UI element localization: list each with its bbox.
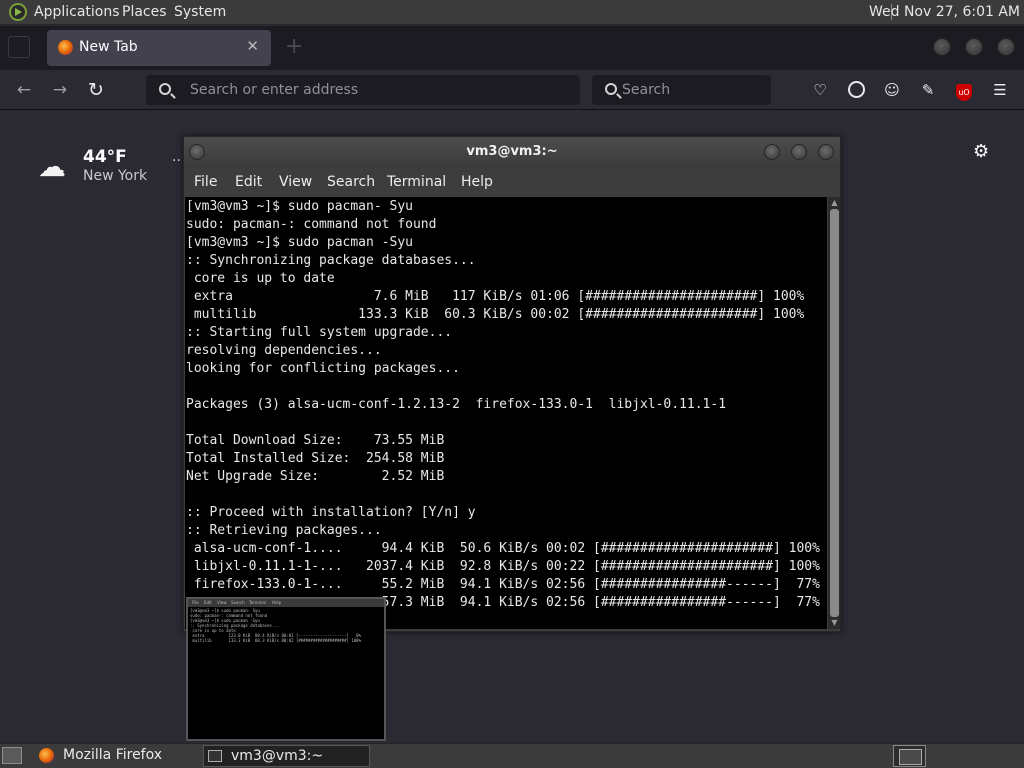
account-icon[interactable]: ☺	[882, 80, 902, 100]
terminal-line: libjxl-0.11.1-1-... 2037.4 KiB 92.8 KiB/…	[186, 559, 820, 574]
weather-location[interactable]: New York	[83, 168, 147, 184]
tab-new-tab[interactable]: New Tab ✕	[47, 30, 271, 66]
taskbar-label: Mozilla Firefox	[63, 747, 163, 763]
preview-menu-item: Search	[231, 600, 245, 605]
search-placeholder: Search	[622, 82, 671, 98]
scroll-up-icon[interactable]: ▲	[830, 198, 839, 207]
ublock-icon[interactable]: uO	[954, 80, 974, 101]
terminal-line: sudo: pacman-: command not found	[186, 217, 437, 232]
menu-help[interactable]: Help	[461, 174, 493, 190]
minimize-button[interactable]	[764, 144, 780, 160]
terminal-icon	[208, 750, 222, 762]
close-window-button[interactable]	[818, 144, 834, 160]
terminal-line: alsa-ucm-conf-1.... 94.4 KiB 50.6 KiB/s …	[186, 541, 820, 556]
distro-logo-icon[interactable]	[9, 3, 27, 21]
preview-menu-item: Edit	[204, 600, 212, 605]
terminal-line: Total Download Size: 73.55 MiB	[186, 433, 445, 448]
taskbar-item-firefox[interactable]: Mozilla Firefox	[30, 745, 200, 767]
tab-title: New Tab	[79, 39, 138, 55]
scrollbar-thumb[interactable]	[830, 209, 839, 617]
close-tab-icon[interactable]: ✕	[246, 37, 259, 55]
maximize-button[interactable]	[791, 144, 807, 160]
forward-button[interactable]: →	[50, 80, 70, 100]
close-window-button[interactable]	[997, 38, 1015, 56]
search-icon	[159, 83, 171, 95]
terminal-line: looking for conflicting packages...	[186, 361, 460, 376]
extensions-icon[interactable]: ✎	[918, 80, 938, 100]
terminal-line: :: Proceed with installation? [Y/n] y	[186, 505, 476, 520]
search-icon	[605, 83, 617, 95]
menu-file[interactable]: File	[194, 174, 217, 190]
terminal-line: [vm3@vm3 ~]$ sudo pacman -Syu	[186, 235, 413, 250]
new-tab-button[interactable]: +	[285, 34, 303, 59]
firefox-icon	[58, 40, 73, 55]
pocket-icon[interactable]: ♡	[810, 80, 830, 100]
top-panel: Applications Places System Wed Nov 27, 6…	[0, 0, 1024, 25]
scroll-down-icon[interactable]: ▼	[830, 618, 839, 627]
terminal-line: [vm3@vm3 ~]$ sudo pacman- Syu	[186, 199, 413, 214]
terminal-menubar: File Edit View Search Terminal Help	[184, 167, 840, 197]
applications-menu[interactable]: Applications	[34, 4, 120, 20]
workspace-switcher[interactable]	[893, 745, 926, 767]
maximize-button[interactable]	[965, 38, 983, 56]
reload-button[interactable]: ↻	[86, 80, 106, 100]
terminal-line: multilib 133.3 KiB 60.3 KiB/s 00:02 [###…	[186, 307, 805, 322]
window-preview-thumbnail[interactable]: File Edit View Search Terminal Help [vm3…	[186, 597, 386, 741]
terminal-line: :: Retrieving packages...	[186, 523, 382, 538]
address-bar[interactable]: Search or enter address	[146, 75, 580, 105]
menu-edit[interactable]: Edit	[235, 174, 262, 190]
terminal-line: extra 7.6 MiB 117 KiB/s 01:06 [#########…	[186, 289, 805, 304]
preview-menubar: File Edit View Search Terminal Help	[188, 599, 384, 607]
taskbar-item-terminal[interactable]: vm3@vm3:~	[203, 745, 370, 767]
preview-menu-item: Terminal	[249, 600, 266, 605]
menu-terminal[interactable]: Terminal	[387, 174, 446, 190]
weather-temperature[interactable]: 44°F	[83, 147, 127, 167]
terminal-line: Packages (3) alsa-ucm-conf-1.2.13-2 fire…	[186, 397, 727, 412]
preview-line: multilib 133.3 KiB 60.3 KiB/s 00:02 [###…	[190, 638, 361, 643]
firefox-view-icon[interactable]	[8, 36, 30, 58]
terminal-line: Total Installed Size: 254.58 MiB	[186, 451, 445, 466]
terminal-text: [vm3@vm3 ~]$ sudo pacman- Syu sudo: pacma…	[186, 198, 820, 612]
circle-icon[interactable]	[846, 80, 866, 100]
terminal-window: vm3@vm3:~ File Edit View Search Terminal…	[183, 136, 841, 632]
places-menu[interactable]: Places	[122, 4, 167, 20]
terminal-scrollbar[interactable]: ▲ ▼	[828, 197, 840, 629]
terminal-line: resolving dependencies...	[186, 343, 382, 358]
back-button[interactable]: ←	[14, 80, 34, 100]
address-placeholder: Search or enter address	[190, 82, 359, 98]
terminal-line: :: Synchronizing package databases...	[186, 253, 476, 268]
terminal-title: vm3@vm3:~	[466, 144, 558, 159]
gear-icon[interactable]: ⚙	[973, 141, 989, 162]
terminal-titlebar[interactable]: vm3@vm3:~	[184, 137, 840, 167]
terminal-line: :: Starting full system upgrade...	[186, 325, 453, 340]
terminal-line: Net Upgrade Size: 2.52 MiB	[186, 469, 445, 484]
system-menu[interactable]: System	[174, 4, 226, 20]
clock[interactable]: Wed Nov 27, 6:01 AM	[869, 4, 1020, 20]
menu-search[interactable]: Search	[327, 174, 375, 190]
taskbar-label: vm3@vm3:~	[231, 748, 324, 764]
show-desktop-icon[interactable]	[2, 747, 22, 764]
terminal-line: core is up to date	[186, 271, 335, 286]
weather-more-icon[interactable]: ··	[172, 153, 181, 169]
menu-view[interactable]: View	[279, 174, 312, 190]
preview-text: [vm3@vm3 ~]$ sudo pacman- Syu sudo: pacma…	[190, 608, 361, 643]
preview-menu-item: File	[192, 600, 199, 605]
terminal-line: firefox-133.0-1-... 55.2 MiB 94.1 KiB/s …	[186, 577, 820, 592]
minimize-button[interactable]	[933, 38, 951, 56]
preview-menu-item: View	[217, 600, 227, 605]
menu-icon[interactable]: ☰	[990, 80, 1010, 100]
search-bar[interactable]: Search	[592, 75, 771, 105]
terminal-output[interactable]: [vm3@vm3 ~]$ sudo pacman- Syu sudo: pacma…	[185, 197, 827, 629]
cloud-icon: ☁	[38, 150, 66, 183]
firefox-icon	[39, 748, 54, 763]
preview-menu-item: Help	[272, 600, 282, 605]
